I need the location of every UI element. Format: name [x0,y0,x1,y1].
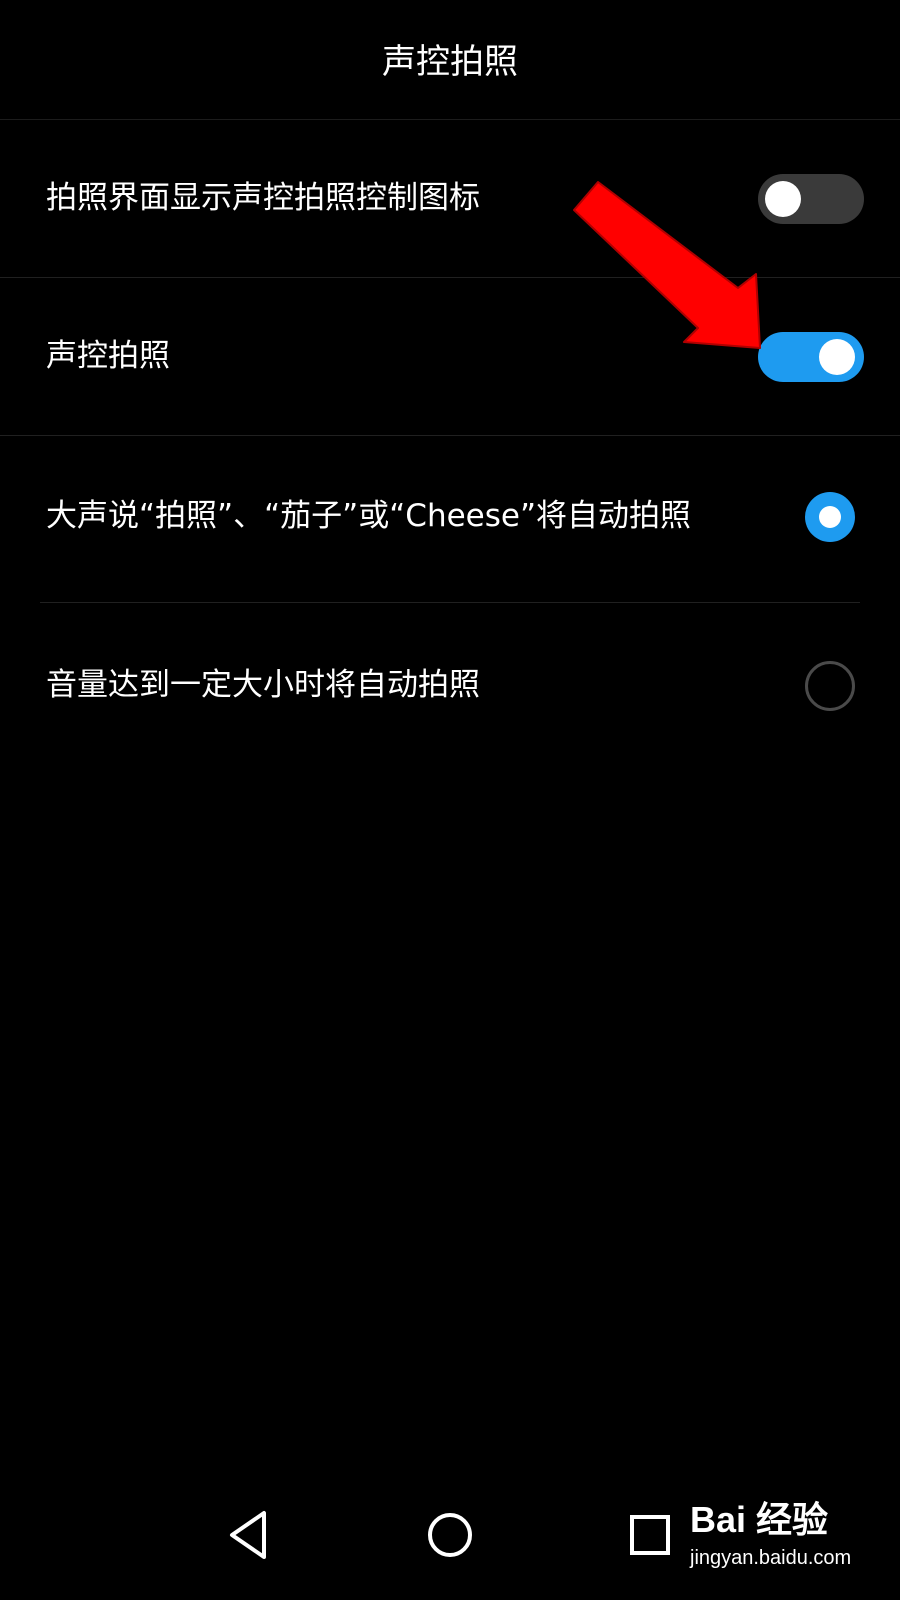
option-radio-keyword[interactable] [805,492,855,542]
option-label-keyword: 大声说“拍照”、“茄子”或“Cheese”将自动拍照 [46,498,692,534]
home-icon[interactable] [420,1505,480,1565]
voice-capture-toggle[interactable] [758,332,864,382]
setting-label-voice-capture: 声控拍照 [46,338,170,374]
show-icon-toggle[interactable] [758,174,864,224]
watermark-logo: Bai 经验 [690,1499,829,1540]
option-row-keyword[interactable]: 大声说“拍照”、“茄子”或“Cheese”将自动拍照 [0,436,900,601]
recents-icon[interactable] [620,1505,680,1565]
radio-dot [819,506,841,528]
title-bar: 声控拍照 [0,0,900,120]
back-icon[interactable] [220,1505,280,1565]
toggle-knob [819,339,855,375]
toggle-knob [765,181,801,217]
watermark: Bai 经验 jingyan.baidu.com [690,1495,890,1585]
option-radio-volume[interactable] [805,661,855,711]
setting-label-show-icon: 拍照界面显示声控拍照控制图标 [46,180,480,216]
watermark-url: jingyan.baidu.com [690,1547,852,1569]
page-title: 声控拍照 [382,42,518,82]
annotation-arrow-icon [573,181,761,349]
option-row-volume[interactable]: 音量达到一定大小时将自动拍照 [0,603,900,768]
option-label-volume: 音量达到一定大小时将自动拍照 [46,667,480,703]
